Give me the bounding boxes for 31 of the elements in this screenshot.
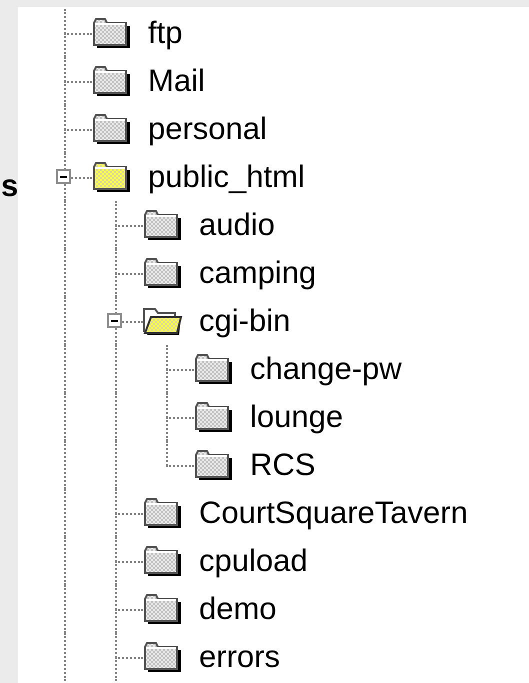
tree-item-label[interactable]: camping xyxy=(199,256,316,290)
folder-icon xyxy=(194,449,234,481)
tree-item-label[interactable]: cgi-bin xyxy=(199,304,290,338)
tree-item-label[interactable]: personal xyxy=(148,112,267,146)
folder-icon xyxy=(92,17,132,49)
tree-item-label[interactable]: lounge xyxy=(250,400,344,434)
tree-item-label[interactable]: public_html xyxy=(148,160,305,194)
tree-item-label[interactable]: cpuload xyxy=(199,544,308,578)
folder-icon xyxy=(143,497,183,529)
folder-icon xyxy=(143,641,183,673)
open-folder-icon xyxy=(143,305,183,337)
folder-icon xyxy=(143,257,183,289)
collapse-toggle[interactable] xyxy=(107,313,122,328)
tree-item-label[interactable]: ftp xyxy=(148,16,182,50)
tree-item-label[interactable]: change-pw xyxy=(250,352,402,386)
folder-icon xyxy=(143,593,183,625)
folder-icon xyxy=(92,161,132,193)
tree-item-label[interactable]: Mail xyxy=(148,64,205,98)
folder-icon xyxy=(92,113,132,145)
folder-icon xyxy=(143,209,183,241)
partial-heading-text: s xyxy=(1,170,18,201)
tree-item-label[interactable]: RCS xyxy=(250,448,316,482)
tree-item-label[interactable]: CourtSquareTavern xyxy=(199,496,468,530)
folder-icon xyxy=(92,65,132,97)
tree-item-label[interactable]: errors xyxy=(199,640,280,674)
folder-icon xyxy=(194,353,234,385)
collapse-toggle[interactable] xyxy=(56,169,71,184)
tree-item-label[interactable]: audio xyxy=(199,208,275,242)
tree-item-label[interactable]: demo xyxy=(199,592,277,626)
folder-icon xyxy=(194,401,234,433)
folder-icon xyxy=(143,545,183,577)
